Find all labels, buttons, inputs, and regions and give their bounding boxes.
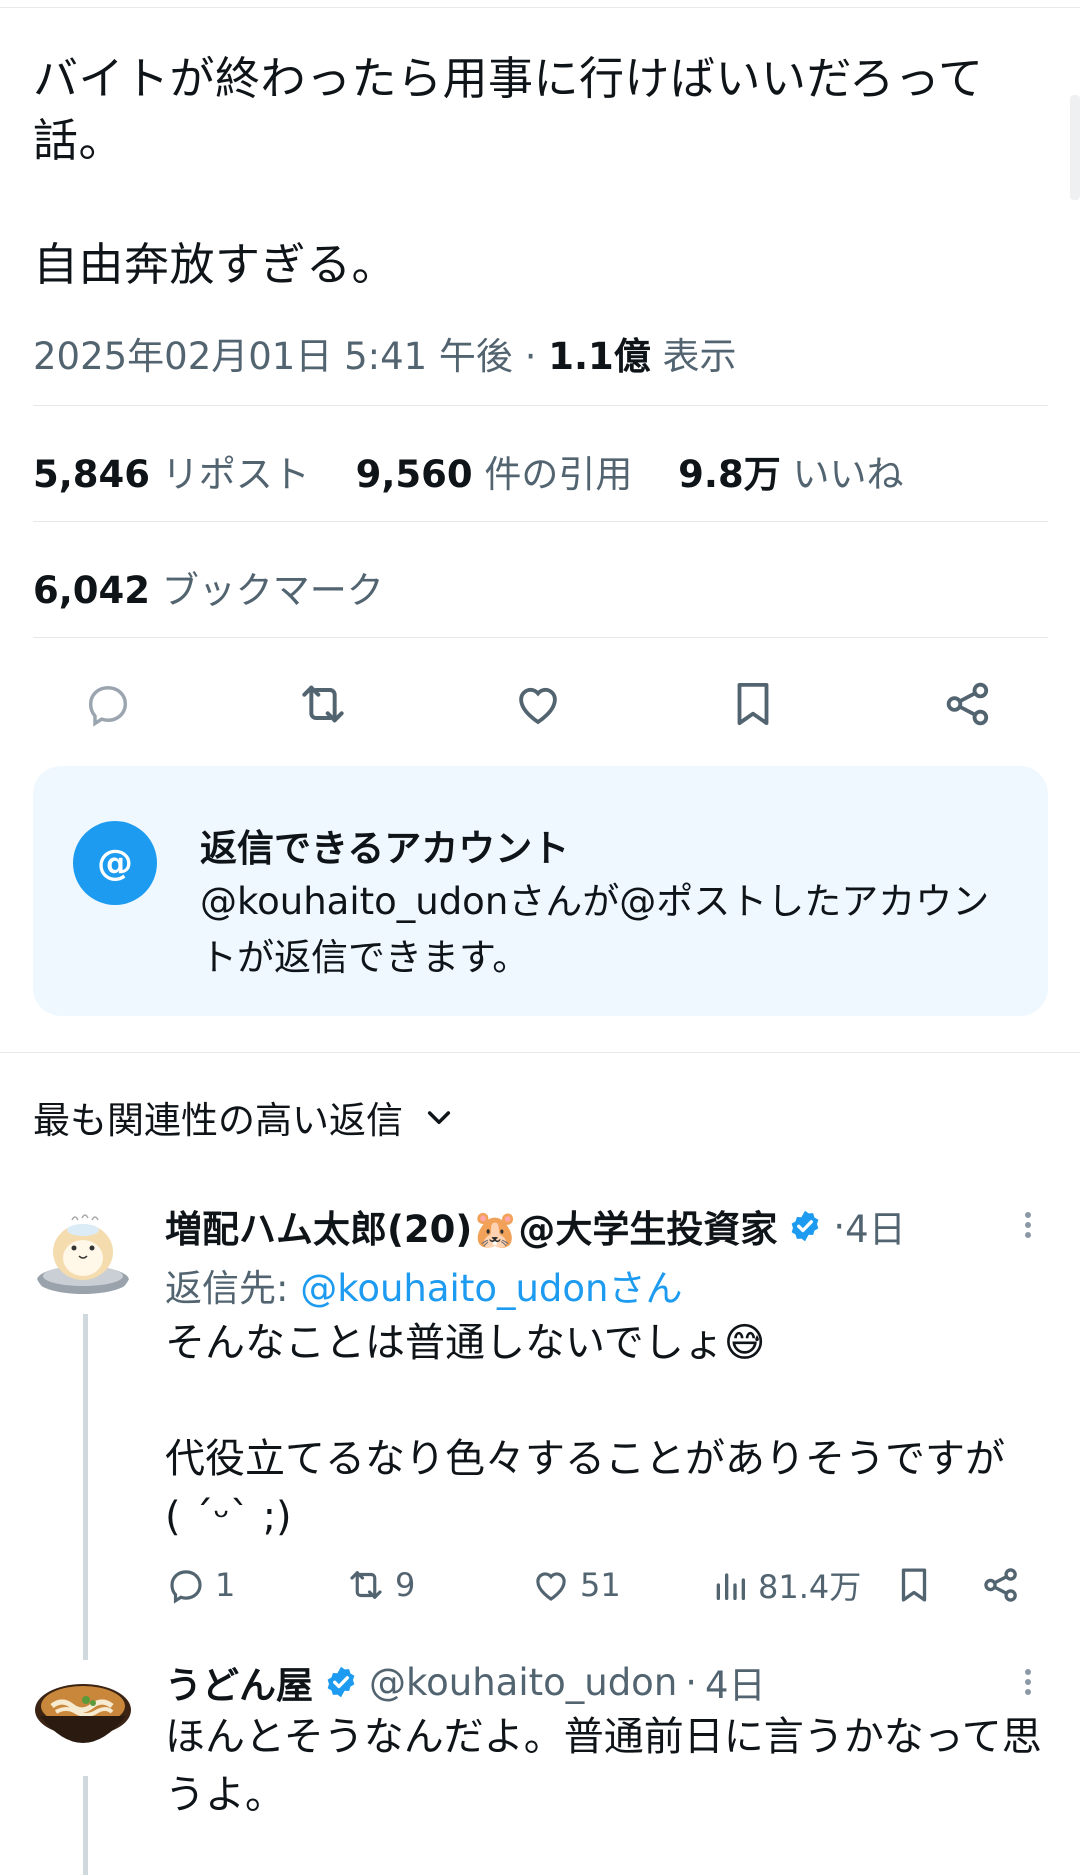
reply-header: 増配ハム太郎(20)🐹@大学生投資家 · 4日 xyxy=(165,1200,906,1252)
bookmarks-count: 6,042 xyxy=(33,569,151,612)
post-text: バイトが終わったら用事に行けばいいだろって話。 自由奔放すぎる。 xyxy=(33,52,984,291)
reply-header: うどん屋 @kouhaito_udon · 4日 xyxy=(165,1656,766,1708)
udon-bowl-avatar-icon xyxy=(30,1660,136,1766)
likes-count: 9.8万 xyxy=(678,453,781,496)
view-count: 81.4万 xyxy=(758,1568,862,1606)
repost-icon xyxy=(302,685,344,723)
quotes-stat[interactable]: 9,560 件の引用 xyxy=(356,453,633,496)
share-button[interactable] xyxy=(940,676,996,732)
share-icon xyxy=(946,682,989,726)
reply-views-button[interactable]: 81.4万 xyxy=(710,1560,861,1610)
reposts-label: リポスト xyxy=(161,453,310,496)
post-timestamp[interactable]: 2025年02月01日 5:41 午後 xyxy=(33,335,513,378)
like-count: 51 xyxy=(580,1566,621,1604)
more-options-icon[interactable] xyxy=(1018,1665,1038,1705)
verified-badge-icon xyxy=(792,1210,819,1242)
section-divider xyxy=(0,1052,1080,1053)
reply-time[interactable]: 4日 xyxy=(705,1655,766,1709)
sort-label: 最も関連性の高い返信 xyxy=(33,1099,403,1142)
like-button[interactable] xyxy=(510,676,566,732)
reply-like-button[interactable]: 51 xyxy=(530,1560,621,1610)
reply-button[interactable] xyxy=(80,676,136,732)
divider xyxy=(33,637,1048,638)
at-icon: @ xyxy=(73,821,157,905)
views-count: 1.1億 xyxy=(548,335,651,378)
reply-time[interactable]: 4日 xyxy=(845,1199,906,1253)
reply-icon xyxy=(88,686,128,727)
scrollbar[interactable] xyxy=(1070,95,1080,200)
reply-actions: 1 9 51 81.4万 xyxy=(165,1560,1025,1610)
repost-button[interactable] xyxy=(295,676,351,732)
reply-bookmark-button[interactable] xyxy=(893,1560,935,1610)
analytics-icon xyxy=(716,1573,745,1600)
quotes-count: 9,560 xyxy=(355,453,473,496)
post-meta: 2025年02月01日 5:41 午後 · 1.1億 表示 xyxy=(33,326,737,380)
bookmarks-label: ブックマーク xyxy=(161,569,384,612)
thread-connector xyxy=(83,1776,88,1875)
likes-stat[interactable]: 9.8万 いいね xyxy=(678,453,903,496)
heart-icon xyxy=(519,687,557,725)
bookmarks-stat: 6,042 ブックマーク xyxy=(33,560,384,614)
heart-icon xyxy=(536,1572,566,1601)
reply-share-button[interactable] xyxy=(980,1560,1022,1610)
reply-author-handle[interactable]: @kouhaito_udon xyxy=(369,1661,677,1704)
repost-count: 9 xyxy=(395,1566,416,1604)
reply-to-line: 返信先: @kouhaito_udonさん xyxy=(165,1258,683,1312)
top-divider xyxy=(0,7,1080,8)
divider xyxy=(33,405,1048,406)
engagement-stats: 5,846 リポスト 9,560 件の引用 9.8万 いいね xyxy=(33,444,937,498)
hamster-avatar-icon xyxy=(30,1200,136,1306)
reply-separator: · xyxy=(833,1204,846,1248)
bookmark-button[interactable] xyxy=(725,676,781,732)
avatar[interactable] xyxy=(30,1660,136,1766)
post-actions xyxy=(80,676,1020,732)
verified-badge-icon xyxy=(327,1666,355,1698)
likes-label: いいね xyxy=(792,453,904,496)
reply-author-name[interactable]: 増配ハム太郎(20)🐹@大学生投資家 xyxy=(165,1199,777,1253)
divider xyxy=(33,521,1048,522)
reply-sort-dropdown[interactable]: 最も関連性の高い返信 xyxy=(33,1090,455,1144)
reply-restriction-notice: @ 返信できるアカウント @kouhaito_udonさんが@ポストしたアカウン… xyxy=(33,766,1048,1016)
views-label: 表示 xyxy=(662,335,737,378)
reply-count: 1 xyxy=(215,1566,236,1604)
quotes-label: 件の引用 xyxy=(484,453,633,496)
bookmark-icon xyxy=(737,682,769,726)
reply-author-name[interactable]: うどん屋 xyxy=(165,1655,313,1709)
reposts-stat[interactable]: 5,846 リポスト xyxy=(33,453,310,496)
reposts-count: 5,846 xyxy=(33,453,151,496)
notice-title: 返信できるアカウント xyxy=(200,827,570,870)
repost-icon xyxy=(350,1571,382,1599)
reply-reply-button[interactable]: 1 xyxy=(165,1560,235,1610)
reply-text: ほんとそうなんだよ。普通前日に言うかなって思うよ。 xyxy=(165,1714,1042,1818)
notice-body: @kouhaito_udonさんが@ポストしたアカウントが返信できます。 xyxy=(200,880,990,979)
thread-connector xyxy=(83,1314,88,1660)
reply-text: そんなことは普通しないでしょ😅 代役立てるなり色々することがありそうですが ( … xyxy=(165,1320,1005,1540)
reply-icon xyxy=(170,1570,202,1604)
share-icon xyxy=(984,1568,1017,1602)
bookmark-icon xyxy=(901,1568,927,1602)
more-options-icon[interactable] xyxy=(1018,1208,1038,1248)
reply-to-handle[interactable]: @kouhaito_udonさん xyxy=(300,1267,682,1310)
meta-separator: · xyxy=(524,335,549,378)
avatar[interactable] xyxy=(30,1200,136,1306)
chevron-down-icon xyxy=(427,1111,451,1125)
reply-to-prefix: 返信先: xyxy=(165,1267,289,1310)
reply-repost-button[interactable]: 9 xyxy=(345,1560,415,1610)
reply-separator: · xyxy=(685,1660,698,1704)
